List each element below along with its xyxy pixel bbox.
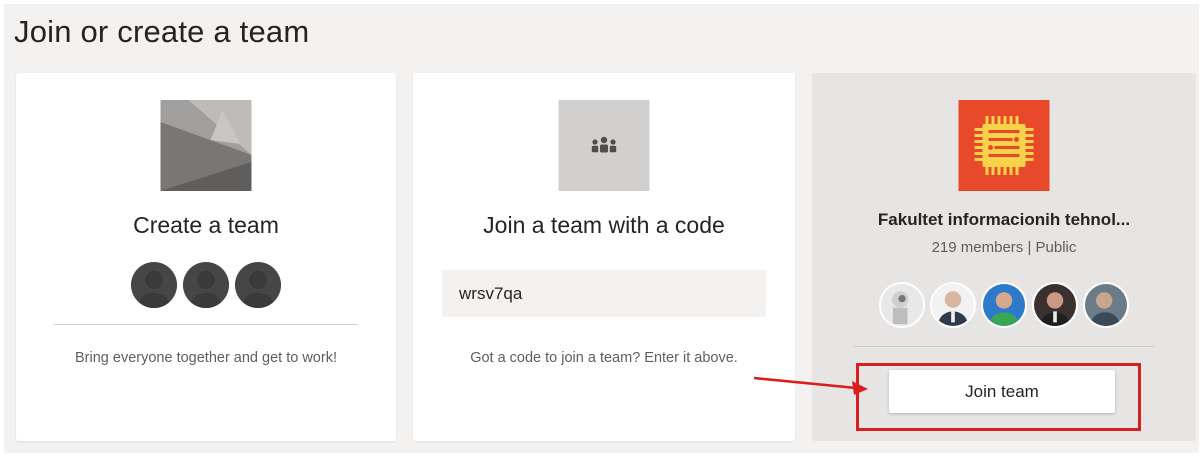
- page-title: Join or create a team: [14, 14, 310, 49]
- team-code-input[interactable]: [442, 270, 766, 317]
- member-avatar: [930, 282, 976, 328]
- create-team-description: Bring everyone together and get to work!: [75, 350, 337, 366]
- member-avatar: [1032, 282, 1078, 328]
- circuit-chip-icon: [958, 100, 1050, 191]
- create-team-title: Create a team: [133, 212, 279, 238]
- people-group-icon: [558, 100, 650, 191]
- join-code-description: Got a code to join a team? Enter it abov…: [470, 350, 738, 366]
- card-divider: [54, 324, 358, 325]
- member-avatar: [879, 282, 925, 328]
- person-placeholder-icon: [235, 262, 281, 308]
- create-team-card[interactable]: Create a team Bring everyone together an…: [16, 73, 396, 441]
- join-code-title: Join a team with a code: [483, 212, 725, 238]
- member-avatars: [812, 282, 1196, 328]
- team-meta: 219 members | Public: [931, 239, 1077, 256]
- join-or-create-page: Join or create a team Create a team Brin…: [4, 4, 1199, 453]
- placeholder-avatars: [16, 262, 396, 308]
- team-name: Fakultet informacionih tehnol...: [877, 210, 1131, 229]
- team-placeholder-image-icon: [160, 100, 252, 191]
- person-placeholder-icon: [131, 262, 177, 308]
- member-avatar: [981, 282, 1027, 328]
- member-avatar: [1083, 282, 1129, 328]
- join-with-code-card: Join a team with a code Got a code to jo…: [413, 73, 795, 441]
- person-placeholder-icon: [183, 262, 229, 308]
- join-team-button[interactable]: Join team: [889, 370, 1115, 413]
- annotation-arrow-icon: [753, 376, 868, 395]
- card-divider: [854, 346, 1154, 347]
